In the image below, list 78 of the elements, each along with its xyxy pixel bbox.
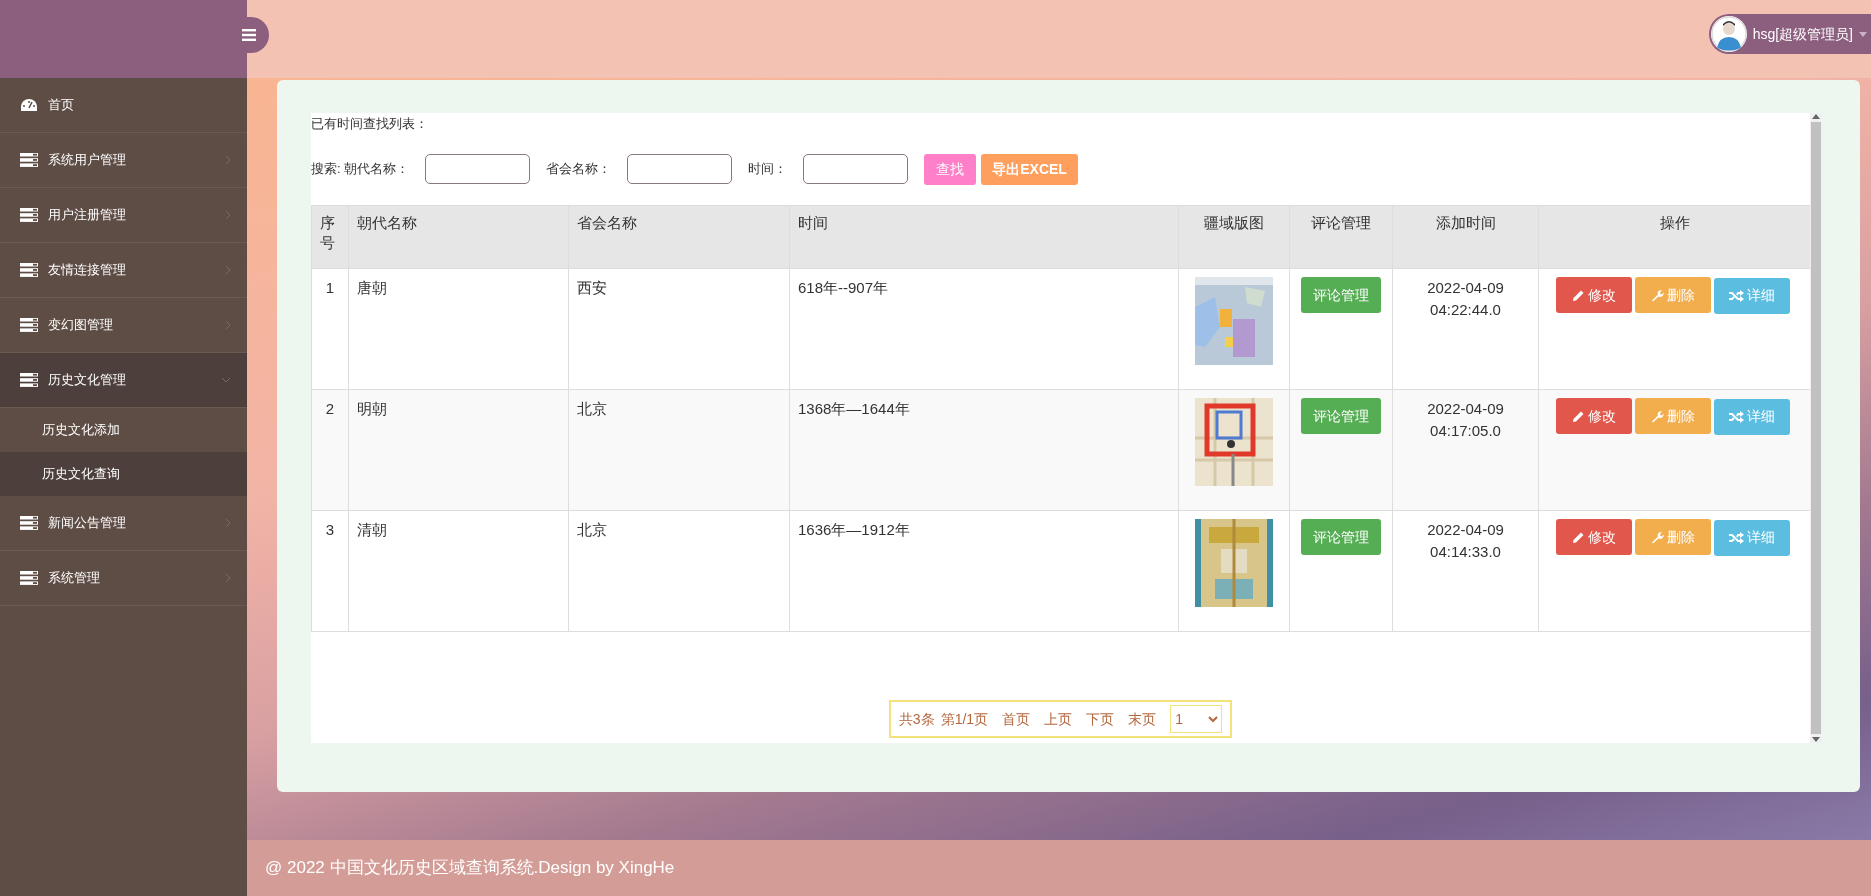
table-cell: 1636年—1912年 <box>789 510 1179 632</box>
edit-button[interactable]: 修改 <box>1556 398 1632 434</box>
column-header: 时间 <box>789 205 1179 269</box>
list-icon <box>20 208 38 222</box>
table-cell: 北京 <box>568 389 790 511</box>
page-info: 第1/1页 <box>940 709 989 729</box>
chevron-down-icon <box>221 377 231 383</box>
comment-button[interactable]: 评论管理 <box>1301 398 1381 434</box>
chevron-right-icon <box>225 320 231 330</box>
table-cell: 2022-04-09 04:14:33.0 <box>1392 510 1539 632</box>
page-link[interactable]: 上页 <box>1044 708 1073 730</box>
table-cell: 2 <box>311 389 349 511</box>
wrench-icon <box>1651 288 1664 302</box>
table-cell: 618年--907年 <box>789 268 1179 390</box>
search-label: 搜索: 朝代名称： <box>311 160 410 179</box>
shuffle-icon <box>1729 289 1744 302</box>
submenu-item[interactable]: 历史文化查询 <box>0 452 247 496</box>
search-label: 省会名称： <box>546 160 612 179</box>
scroll-up-icon[interactable] <box>1812 113 1820 119</box>
chevron-right-icon <box>225 573 231 583</box>
pencil-icon <box>1572 409 1585 423</box>
list-icon <box>20 318 38 332</box>
column-header: 评论管理 <box>1289 205 1393 269</box>
list-icon <box>20 516 38 530</box>
pencil-icon <box>1572 530 1585 544</box>
table-cell: 2022-04-09 04:17:05.0 <box>1392 389 1539 511</box>
footer-text: @ 2022 中国文化历史区域查询系统.Design by XingHe <box>247 840 1871 896</box>
menu-icon <box>242 29 256 41</box>
chevron-right-icon <box>225 155 231 165</box>
wrench-icon <box>1651 530 1664 544</box>
list-icon <box>20 153 38 167</box>
search-field[interactable] <box>425 154 531 184</box>
wrench-icon <box>1651 409 1664 423</box>
table-cell: 3 <box>311 510 349 632</box>
table-cell: 2022-04-09 04:22:44.0 <box>1392 268 1539 390</box>
column-header: 添加时间 <box>1392 205 1539 269</box>
column-header: 省会名称 <box>568 205 790 269</box>
column-header: 疆域版图 <box>1178 205 1290 269</box>
shuffle-icon <box>1729 410 1744 423</box>
sidebar-item[interactable]: 历史文化管理 <box>0 353 247 408</box>
user-menu[interactable]: hsg[超级管理员] <box>1708 14 1871 54</box>
column-header: 序号 <box>311 205 349 269</box>
avatar-icon <box>1710 16 1747 52</box>
table-cell: 1368年—1644年 <box>789 389 1179 511</box>
page-link[interactable]: 首页 <box>1002 708 1031 730</box>
page-link[interactable]: 末页 <box>1128 708 1157 730</box>
search-button[interactable]: 查找 <box>924 153 977 185</box>
record-count: 共3条 <box>898 709 935 729</box>
list-icon <box>20 263 38 277</box>
page-select[interactable]: 1 <box>1170 705 1223 733</box>
search-field[interactable] <box>803 154 909 184</box>
edit-button[interactable]: 修改 <box>1556 519 1632 555</box>
search-label: 时间： <box>748 160 788 179</box>
table-cell: 清朝 <box>348 510 569 632</box>
table-cell: 唐朝 <box>348 268 569 390</box>
list-icon <box>20 571 38 585</box>
table-cell: 北京 <box>568 510 790 632</box>
scroll-down-icon[interactable] <box>1812 737 1820 743</box>
column-header: 操作 <box>1538 205 1811 269</box>
comment-button[interactable]: 评论管理 <box>1301 519 1381 555</box>
chevron-right-icon <box>225 210 231 220</box>
chevron-right-icon <box>225 265 231 275</box>
table-cell: 明朝 <box>348 389 569 511</box>
table-cell: 西安 <box>568 268 790 390</box>
list-title: 已有时间查找列表： <box>311 115 429 133</box>
scrollbar[interactable] <box>1810 113 1822 743</box>
comment-button[interactable]: 评论管理 <box>1301 277 1381 313</box>
shuffle-icon <box>1729 531 1744 544</box>
list-icon <box>20 373 38 387</box>
search-field[interactable] <box>627 154 733 184</box>
edit-button[interactable]: 修改 <box>1556 277 1632 313</box>
column-header: 朝代名称 <box>348 205 569 269</box>
table-cell: 1 <box>311 268 349 390</box>
page-link[interactable]: 下页 <box>1086 708 1115 730</box>
chevron-right-icon <box>225 518 231 528</box>
caret-icon <box>1859 31 1867 37</box>
dashboard-icon <box>20 98 38 112</box>
pencil-icon <box>1572 288 1585 302</box>
